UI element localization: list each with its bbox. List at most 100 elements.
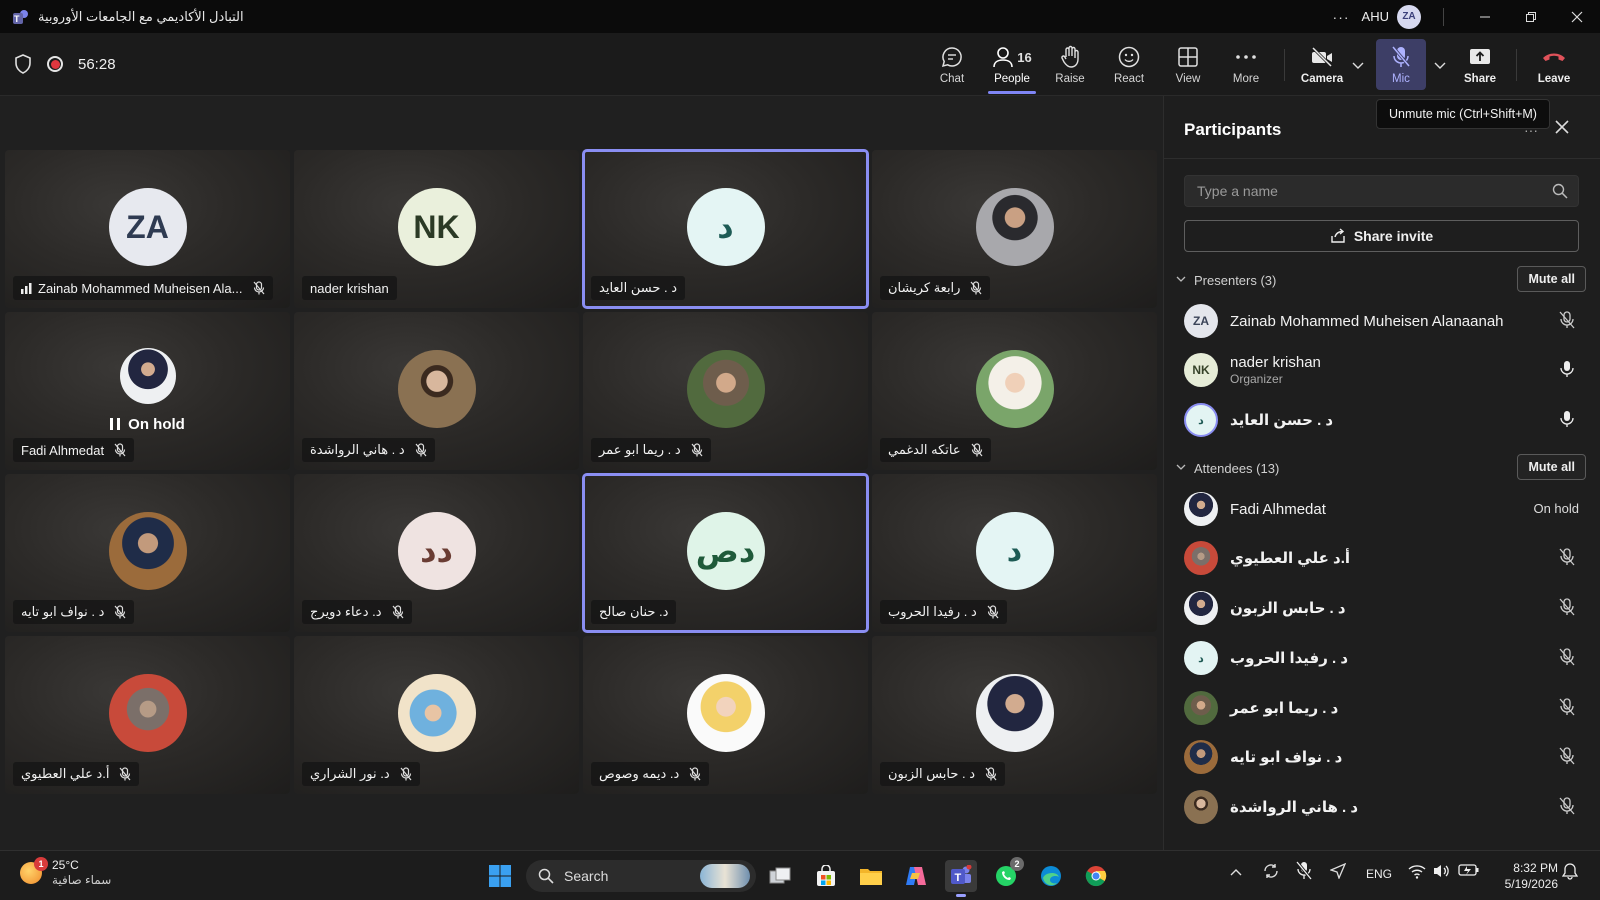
wifi-icon[interactable] xyxy=(1408,863,1426,882)
shield-icon[interactable] xyxy=(14,54,32,74)
participant-tile-active-speaker[interactable]: د د . حسن العايد xyxy=(582,149,869,309)
participant-tile[interactable]: دد د. دعاء دويرج xyxy=(294,474,579,632)
name-tag: د . حابس الزبون xyxy=(880,762,1006,786)
start-button[interactable] xyxy=(484,860,516,892)
close-icon[interactable] xyxy=(1553,118,1571,136)
mic-options-chevron-icon[interactable] xyxy=(1434,57,1446,75)
avatar: دد xyxy=(397,512,476,590)
participant-row[interactable]: د . حابس الزبون xyxy=(1184,584,1579,632)
mic-off-icon[interactable] xyxy=(1559,311,1575,329)
participant-name: د . هاني الرواشدة xyxy=(310,442,405,457)
volume-icon[interactable] xyxy=(1432,863,1450,882)
participant-tile[interactable]: أ.د علي العطيوي xyxy=(5,636,290,794)
mic-off-icon xyxy=(970,281,982,295)
participant-tile[interactable]: د . هاني الرواشدة xyxy=(294,312,579,470)
location-icon[interactable] xyxy=(1329,862,1347,882)
show-hidden-icons-chevron-icon[interactable] xyxy=(1230,865,1242,879)
mic-muted-tray-icon[interactable] xyxy=(1295,861,1313,884)
sync-icon[interactable] xyxy=(1262,862,1280,883)
search-input[interactable] xyxy=(1185,176,1525,206)
mic-off-icon[interactable] xyxy=(1559,797,1575,815)
view-button[interactable]: View xyxy=(1160,33,1216,96)
participant-name: د . هاني الرواشدة xyxy=(1230,799,1359,816)
teams-taskbar-icon[interactable]: T xyxy=(945,860,977,897)
mic-on-icon[interactable] xyxy=(1559,410,1575,428)
attendees-section[interactable]: Attendees (13) Mute all xyxy=(1176,454,1586,482)
participant-tile[interactable]: د . نواف ابو تايه xyxy=(5,474,290,632)
edge-browser-icon[interactable] xyxy=(1035,860,1067,892)
account-avatar[interactable]: ZA xyxy=(1397,4,1421,29)
mic-button[interactable]: Mic xyxy=(1376,39,1426,90)
chrome-browser-icon[interactable] xyxy=(1080,860,1112,892)
leave-button[interactable]: Leave xyxy=(1526,33,1582,96)
file-explorer-icon[interactable] xyxy=(855,860,887,892)
participant-tile[interactable]: عاتكه الدغمي xyxy=(872,312,1157,470)
weather-temperature: 25°C xyxy=(52,858,79,872)
raise-hand-button[interactable]: Raise xyxy=(1042,33,1098,96)
people-button[interactable]: 16 People xyxy=(984,33,1040,96)
notifications-bell-icon[interactable] xyxy=(1561,862,1579,883)
camera-options-chevron-icon[interactable] xyxy=(1352,57,1364,75)
mic-off-icon[interactable] xyxy=(1559,548,1575,566)
task-view-icon[interactable] xyxy=(764,860,796,892)
system-clock[interactable]: 8:32 PM 5/19/2026 xyxy=(1505,860,1558,892)
avatar: NK xyxy=(1184,353,1218,387)
search-icon[interactable] xyxy=(1552,183,1568,199)
participant-row[interactable]: د . هاني الرواشدة xyxy=(1184,783,1579,831)
participant-row[interactable]: د . نواف ابو تايه xyxy=(1184,733,1579,781)
mic-off-icon[interactable] xyxy=(1559,747,1575,765)
mic-on-icon[interactable] xyxy=(1559,360,1575,378)
participant-tile-active-speaker[interactable]: دص د. حنان صالح xyxy=(582,473,869,633)
mic-off-icon[interactable] xyxy=(1559,598,1575,616)
chat-button[interactable]: Chat xyxy=(924,33,980,96)
participant-row[interactable]: ZA Zainab Mohammed Muheisen Alanaanah xyxy=(1184,297,1579,345)
participant-row[interactable]: أ.د علي العطيوي xyxy=(1184,534,1579,582)
participant-row[interactable]: د د . رفيدا الحروب xyxy=(1184,634,1579,682)
whatsapp-icon[interactable]: 2 xyxy=(990,857,1024,892)
avatar: ZA xyxy=(108,188,187,266)
input-language[interactable]: ENG xyxy=(1366,867,1392,881)
minimize-button[interactable] xyxy=(1462,0,1508,33)
participant-tile[interactable]: د. نور الشراري xyxy=(294,636,579,794)
participant-name: عاتكه الدغمي xyxy=(888,442,961,457)
mic-off-icon[interactable] xyxy=(1559,648,1575,666)
restore-button[interactable] xyxy=(1508,0,1554,33)
avatar-photo xyxy=(1184,740,1218,774)
battery-icon[interactable] xyxy=(1458,863,1480,880)
name-tag: عاتكه الدغمي xyxy=(880,438,991,462)
close-window-button[interactable] xyxy=(1554,0,1600,33)
weather-widget[interactable]: 1 25°C سماء صافية xyxy=(20,857,112,888)
weather-condition: سماء صافية xyxy=(52,873,112,887)
participant-row[interactable]: د د . حسن العايد xyxy=(1184,396,1579,444)
react-button[interactable]: React xyxy=(1101,33,1157,96)
mic-off-icon[interactable] xyxy=(1559,698,1575,716)
org-name[interactable]: AHU xyxy=(1362,9,1389,24)
share-button[interactable]: Share xyxy=(1452,33,1508,96)
microsoft-store-icon[interactable] xyxy=(810,860,842,892)
taskbar-search[interactable]: Search xyxy=(526,860,756,892)
mic-off-icon xyxy=(971,443,983,457)
participant-tile[interactable]: رابعة كريشان xyxy=(872,150,1157,308)
avatar-photo xyxy=(975,188,1054,266)
participant-tile[interactable]: On hold Fadi Alhmedat xyxy=(5,312,290,470)
presenters-section[interactable]: Presenters (3) Mute all xyxy=(1176,266,1586,294)
participant-tile[interactable]: NK nader krishan xyxy=(294,150,579,308)
participant-row[interactable]: د . ريما ابو عمر xyxy=(1184,684,1579,732)
mic-off-icon xyxy=(392,605,403,619)
participant-tile[interactable]: د . ريما ابو عمر xyxy=(583,312,868,470)
more-options-icon[interactable]: ··· xyxy=(1333,9,1350,25)
camera-button[interactable]: Camera xyxy=(1294,33,1350,96)
participant-tile[interactable]: د. ديمه وصوص xyxy=(583,636,868,794)
participant-tile[interactable]: د د . رفيدا الحروب xyxy=(872,474,1157,632)
more-button[interactable]: More xyxy=(1218,33,1274,96)
share-invite-button[interactable]: Share invite xyxy=(1184,220,1579,252)
participant-tile[interactable]: د . حابس الزبون xyxy=(872,636,1157,794)
mute-all-attendees-button[interactable]: Mute all xyxy=(1517,454,1586,480)
search-highlight-image xyxy=(700,864,750,888)
avatar-photo xyxy=(1184,591,1218,625)
participant-tile[interactable]: ZA Zainab Mohammed Muheisen Ala... xyxy=(5,150,290,308)
copilot-icon[interactable] xyxy=(900,860,932,892)
participant-row[interactable]: Fadi Alhmedat On hold xyxy=(1184,485,1579,533)
mute-all-presenters-button[interactable]: Mute all xyxy=(1517,266,1586,292)
participant-row[interactable]: NK nader krishan Organizer xyxy=(1184,346,1579,394)
